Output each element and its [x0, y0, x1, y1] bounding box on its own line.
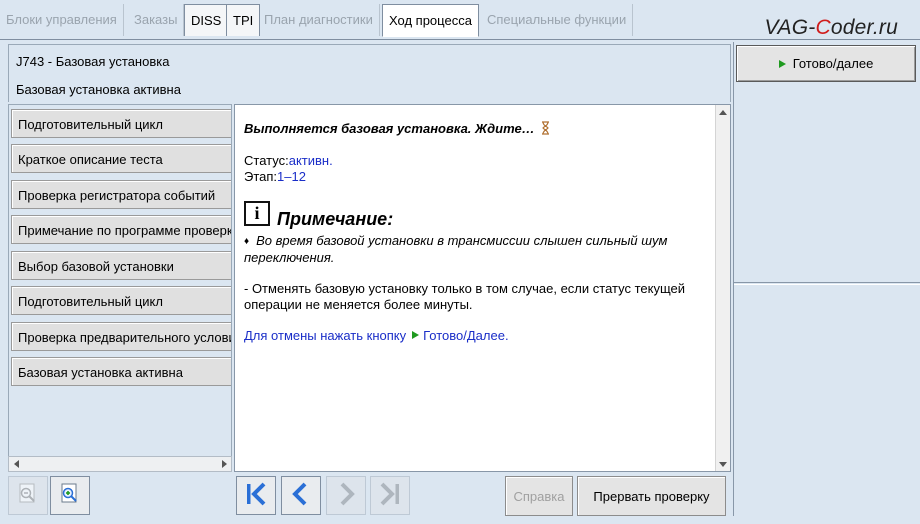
panel-divider-highlight — [734, 284, 920, 285]
list-horizontal-scrollbar[interactable] — [8, 456, 232, 472]
tab-control-units: Блоки управления — [0, 4, 124, 36]
back-button[interactable] — [281, 476, 321, 515]
play-arrow-icon — [412, 331, 420, 339]
status-value: активн. — [288, 153, 333, 168]
list-item[interactable]: Подготовительный цикл — [11, 286, 231, 315]
step-list: Подготовительный цикл Краткое описание т… — [8, 104, 232, 472]
action-panel: Готово/далее — [733, 42, 920, 516]
next-button-label: Готово/далее — [792, 56, 874, 71]
content-vertical-scrollbar[interactable] — [715, 105, 730, 471]
brand-part-2: oder.ru — [830, 16, 898, 39]
zoom-in-icon — [58, 482, 82, 509]
brand-part-1: VAG- — [764, 16, 816, 39]
first-step-button[interactable] — [236, 476, 276, 515]
tab-process[interactable]: Ход процесса — [382, 4, 479, 37]
play-arrow-icon — [778, 59, 786, 68]
zoom-out-icon — [16, 482, 40, 509]
cancel-instruction: Для отмены нажать кнопку Готово/Далее. — [244, 328, 509, 343]
hourglass-icon — [541, 121, 550, 138]
bottom-toolbar: Справка Прервать проверку — [0, 472, 733, 524]
tab-bar: Блоки управления Заказы DISS TPI План ди… — [0, 0, 920, 40]
note-bullet-text: Во время базовой установки в трансмиссии… — [244, 233, 668, 265]
module-title: J743 - Базовая установка — [16, 54, 170, 69]
skip-to-first-icon — [242, 480, 270, 511]
zoom-out-button[interactable] — [8, 476, 48, 515]
skip-to-last-icon — [376, 480, 404, 511]
cancel-prefix: Для отмены нажать кнопку — [244, 328, 407, 343]
abort-test-button[interactable]: Прервать проверку — [577, 476, 726, 516]
step-title: Базовая установка активна — [16, 82, 181, 97]
status-line: Статус:активн. — [244, 153, 333, 168]
content-title-text: Выполняется базовая установка. Ждите… — [244, 121, 535, 136]
list-item[interactable]: Примечание по программе проверки — [11, 215, 231, 244]
list-item[interactable]: Краткое описание теста — [11, 144, 231, 173]
zoom-in-button[interactable] — [50, 476, 90, 515]
info-icon: i — [244, 201, 270, 226]
back-icon — [287, 480, 315, 511]
next-button[interactable]: Готово/далее — [736, 45, 916, 82]
list-item[interactable]: Подготовительный цикл — [11, 109, 231, 138]
list-item[interactable]: Базовая установка активна — [11, 357, 231, 386]
scroll-down-icon[interactable] — [716, 457, 730, 471]
tab-orders: Заказы — [128, 4, 185, 36]
content-title: Выполняется базовая установка. Ждите… — [244, 121, 550, 138]
brand-watermark: VAG-Coder.ru — [764, 16, 898, 40]
tab-tpi[interactable]: TPI — [226, 4, 261, 36]
info-icon-glyph: i — [254, 203, 260, 223]
stage-label: Этап: — [244, 169, 278, 184]
scroll-right-icon[interactable] — [217, 457, 231, 471]
instruction-panel: Выполняется базовая установка. Ждите… Ст… — [234, 104, 731, 472]
panel-divider — [734, 282, 920, 283]
cancel-button-ref: Готово/Далее. — [423, 328, 509, 343]
brand-accent: C — [815, 16, 831, 39]
list-item[interactable]: Выбор базовой установки — [11, 251, 231, 280]
stage-line: Этап:1–12 — [244, 169, 306, 184]
note-bullet: ♦ Во время базовой установки в трансмисси… — [244, 233, 714, 266]
help-button[interactable]: Справка — [505, 476, 573, 516]
list-item[interactable]: Проверка предварительного условия — [11, 322, 231, 351]
scroll-up-icon[interactable] — [716, 105, 730, 119]
forward-button[interactable] — [326, 476, 366, 515]
stage-value: 1–12 — [277, 169, 306, 184]
tab-diss[interactable]: DISS — [184, 4, 229, 36]
test-header: J743 - Базовая установка Базовая установ… — [8, 44, 731, 102]
note-paragraph: - Отменять базовую установку только в то… — [244, 281, 685, 312]
list-item[interactable]: Проверка регистратора событий — [11, 180, 231, 209]
status-label: Статус: — [244, 153, 289, 168]
tab-special-functions: Специальные функции — [481, 4, 634, 36]
note-heading: Примечание: — [277, 209, 394, 229]
forward-icon — [332, 480, 360, 511]
scroll-left-icon[interactable] — [9, 457, 23, 471]
tab-diagnostic-plan: План диагностики — [258, 4, 380, 36]
bullet-icon: ♦ — [244, 236, 250, 247]
last-step-button[interactable] — [370, 476, 410, 515]
